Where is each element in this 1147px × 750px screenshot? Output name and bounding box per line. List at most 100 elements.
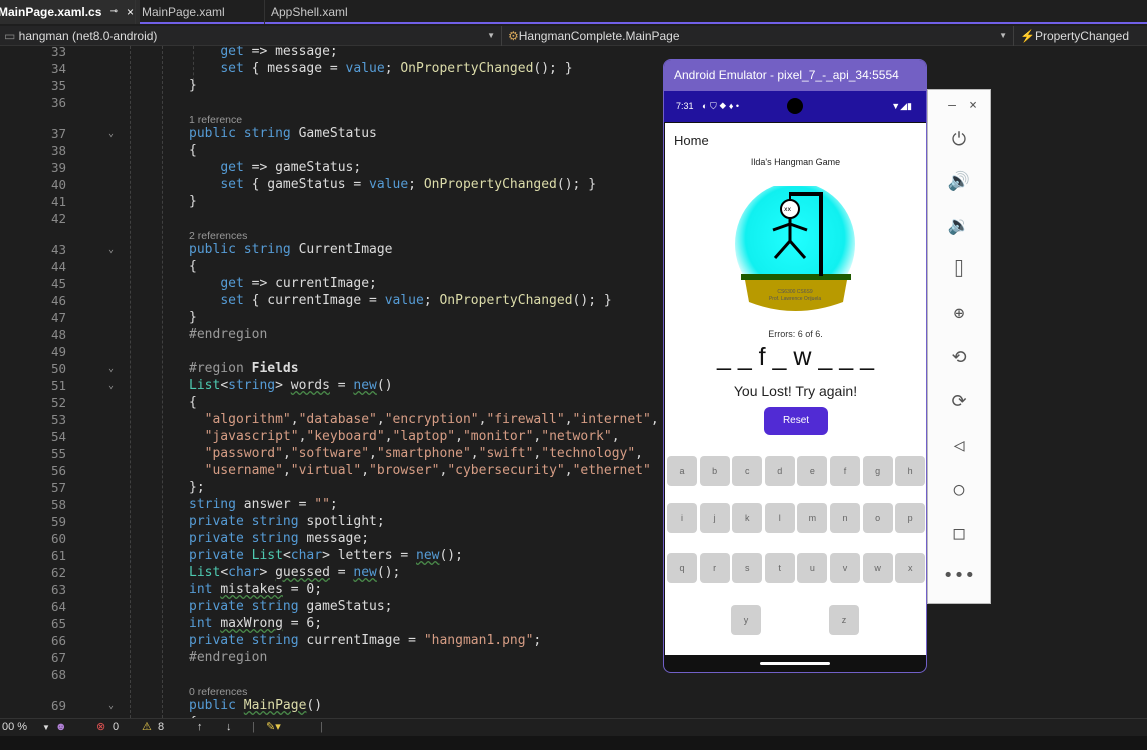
code-line[interactable]: set { gameStatus = value; OnPropertyChan… bbox=[189, 176, 596, 193]
code-line[interactable]: int mistakes = 0; bbox=[189, 581, 322, 598]
code-line[interactable]: public string CurrentImage bbox=[189, 241, 393, 258]
letter-key-s[interactable]: s bbox=[732, 553, 763, 583]
code-editor[interactable]: 33 get => message; 34 set { message = val… bbox=[0, 46, 664, 718]
code-line[interactable]: { bbox=[189, 142, 197, 159]
code-line[interactable]: "password","software","smartphone","swif… bbox=[189, 445, 643, 462]
android-emulator-window[interactable]: Android Emulator - pixel_7_-_api_34:5554… bbox=[663, 59, 927, 673]
member-dropdown[interactable]: ⚡PropertyChanged bbox=[1016, 26, 1147, 46]
arrow-up-icon[interactable]: ↑ bbox=[197, 719, 203, 736]
arrow-down-icon[interactable]: ↓ bbox=[226, 719, 232, 736]
volume-up-icon[interactable]: 🔊 bbox=[928, 172, 990, 192]
letter-key-r[interactable]: r bbox=[699, 553, 730, 583]
letter-key-g[interactable]: g bbox=[862, 456, 893, 486]
code-line[interactable]: string answer = ""; bbox=[189, 496, 338, 513]
letter-key-b[interactable]: b bbox=[699, 456, 730, 486]
letter-key-c[interactable]: c bbox=[732, 456, 763, 486]
error-count: 0 bbox=[113, 721, 120, 733]
letter-key-t[interactable]: t bbox=[764, 553, 795, 583]
rotate-left-icon[interactable]: ⟲ bbox=[928, 348, 990, 368]
letter-key-a[interactable]: a bbox=[667, 456, 697, 486]
pin-icon[interactable]: ⊸ bbox=[110, 0, 118, 24]
code-line[interactable]: { bbox=[189, 394, 197, 411]
code-line[interactable]: get => gameStatus; bbox=[189, 159, 361, 176]
fold-chevron-icon[interactable]: ⌄ bbox=[108, 360, 114, 377]
class-dropdown[interactable]: ⚙HangmanComplete.MainPage ▼ bbox=[504, 26, 1014, 46]
code-line[interactable]: } bbox=[189, 309, 197, 326]
camera-icon[interactable]: ⌷ bbox=[928, 260, 990, 280]
code-line[interactable]: } bbox=[189, 193, 197, 210]
letter-key-z[interactable]: z bbox=[829, 605, 859, 635]
code-line[interactable]: "username","virtual","browser","cybersec… bbox=[189, 462, 651, 479]
fold-chevron-icon[interactable]: ⌄ bbox=[108, 125, 114, 142]
home-icon[interactable]: ○ bbox=[928, 480, 990, 500]
letter-key-u[interactable]: u bbox=[797, 553, 828, 583]
more-icon[interactable]: ••• bbox=[928, 566, 990, 586]
letter-key-d[interactable]: d bbox=[764, 456, 795, 486]
tab-mainpage-xaml[interactable]: MainPage.xaml bbox=[135, 0, 257, 24]
line-number: 64 bbox=[50, 599, 66, 614]
copilot-icon[interactable]: ☻ bbox=[55, 719, 67, 736]
letter-key-e[interactable]: e bbox=[797, 456, 828, 486]
power-icon[interactable]: ⏻ bbox=[928, 130, 990, 150]
letter-key-m[interactable]: m bbox=[797, 503, 828, 533]
overview-icon[interactable]: □ bbox=[928, 524, 990, 544]
code-line[interactable]: private string message; bbox=[189, 530, 369, 547]
letter-key-n[interactable]: n bbox=[830, 503, 860, 533]
close-icon[interactable]: × bbox=[958, 96, 988, 116]
letter-key-p[interactable]: p bbox=[895, 503, 926, 533]
project-dropdown[interactable]: ▭ hangman (net8.0-android) ▼ bbox=[0, 26, 502, 46]
code-line[interactable]: List<char> guessed = new(); bbox=[189, 564, 400, 581]
event-icon: ⚡ bbox=[1020, 29, 1035, 43]
code-line[interactable]: get => currentImage; bbox=[189, 275, 377, 292]
code-line[interactable]: #endregion bbox=[189, 326, 267, 343]
code-line[interactable]: int maxWrong = 6; bbox=[189, 615, 322, 632]
code-line[interactable]: private string currentImage = "hangman1.… bbox=[189, 632, 541, 649]
close-icon[interactable]: × bbox=[127, 0, 134, 24]
code-line[interactable]: set { currentImage = value; OnPropertyCh… bbox=[189, 292, 611, 309]
tab-mainpage-xaml-cs[interactable]: MainPage.xaml.cs ⊸ × bbox=[0, 0, 140, 24]
reset-button[interactable]: Reset bbox=[764, 407, 828, 435]
letter-key-q[interactable]: q bbox=[667, 553, 697, 583]
broom-icon[interactable]: ✎▾ bbox=[266, 719, 281, 736]
tab-appshell-xaml[interactable]: AppShell.xaml bbox=[264, 0, 388, 24]
letter-key-k[interactable]: k bbox=[732, 503, 763, 533]
letter-key-v[interactable]: v bbox=[830, 553, 860, 583]
volume-down-icon[interactable]: 🔉 bbox=[928, 216, 990, 236]
letter-key-w[interactable]: w bbox=[862, 553, 893, 583]
letter-key-o[interactable]: o bbox=[862, 503, 893, 533]
code-line[interactable]: { bbox=[189, 258, 197, 275]
fold-chevron-icon[interactable]: ⌄ bbox=[108, 377, 114, 394]
code-line[interactable]: #region Fields bbox=[189, 360, 299, 377]
code-line[interactable]: get => message; bbox=[189, 46, 337, 60]
rotate-right-icon[interactable]: ⟳ bbox=[928, 392, 990, 412]
code-line[interactable]: "algorithm","database","encryption","fir… bbox=[189, 411, 659, 428]
code-line[interactable]: List<string> words = new() bbox=[189, 377, 393, 394]
letter-key-x[interactable]: x bbox=[895, 553, 926, 583]
letter-key-l[interactable]: l bbox=[764, 503, 795, 533]
back-icon[interactable]: ◁ bbox=[928, 436, 990, 456]
code-line[interactable]: } bbox=[189, 77, 197, 94]
code-line[interactable]: set { message = value; OnPropertyChanged… bbox=[189, 60, 572, 77]
fold-chevron-icon[interactable]: ⌄ bbox=[108, 241, 114, 258]
code-line[interactable]: }; bbox=[189, 479, 205, 496]
code-line[interactable]: "javascript","keyboard","laptop","monito… bbox=[189, 428, 620, 445]
code-line[interactable]: #endregion bbox=[189, 649, 267, 666]
letter-key-h[interactable]: h bbox=[895, 456, 926, 486]
letter-key-f[interactable]: f bbox=[830, 456, 860, 486]
letter-key-i[interactable]: i bbox=[667, 503, 697, 533]
error-icon[interactable]: ⊗ bbox=[96, 719, 105, 736]
zoom-icon[interactable]: ⊕ bbox=[928, 304, 990, 324]
fold-chevron-icon[interactable]: ⌄ bbox=[108, 697, 114, 714]
code-line[interactable]: private List<char> letters = new(); bbox=[189, 547, 463, 564]
chevron-down-icon[interactable]: ▼ bbox=[42, 719, 50, 736]
line-number: 59 bbox=[50, 514, 66, 529]
project-label: hangman (net8.0-android) bbox=[18, 29, 158, 43]
letter-key-j[interactable]: j bbox=[699, 503, 730, 533]
code-line[interactable]: public string GameStatus bbox=[189, 125, 377, 142]
letter-key-y[interactable]: y bbox=[731, 605, 761, 635]
code-line[interactable]: private string spotlight; bbox=[189, 513, 385, 530]
zoom-level[interactable]: 00 % bbox=[2, 719, 27, 736]
code-line[interactable]: private string gameStatus; bbox=[189, 598, 393, 615]
warning-icon[interactable]: ⚠ bbox=[142, 719, 152, 736]
code-line[interactable]: public MainPage() bbox=[189, 697, 322, 714]
